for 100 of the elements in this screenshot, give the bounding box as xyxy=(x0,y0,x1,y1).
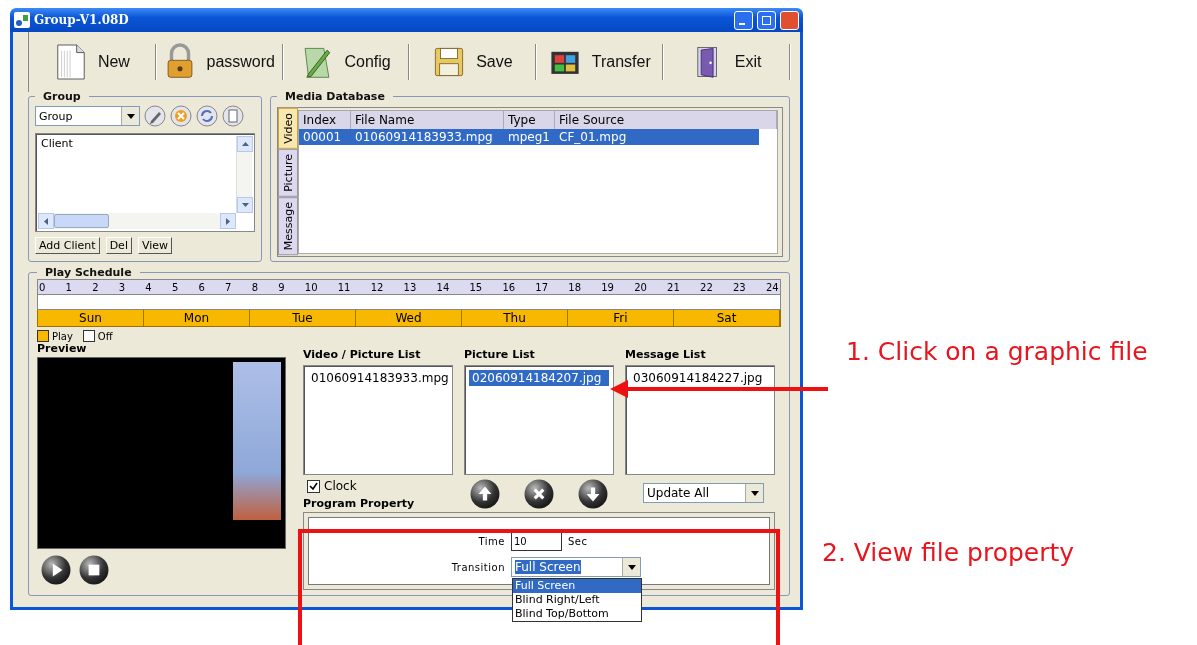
caret-icon xyxy=(750,490,759,496)
vertical-tab[interactable]: Video xyxy=(278,108,298,149)
list-item[interactable]: 02060914184207.jpg xyxy=(469,370,609,386)
list-item[interactable]: 01060914183933.mpg xyxy=(308,370,448,386)
pencil-icon[interactable] xyxy=(144,105,166,127)
annotation-text: 2. View file property xyxy=(822,538,1075,567)
hour-label: 21 xyxy=(667,281,680,293)
dropdown-option[interactable]: Blind Top/Bottom xyxy=(513,607,641,621)
hour-label: 7 xyxy=(225,281,232,293)
panel-title: Media Database xyxy=(284,90,386,103)
list-title: Picture List xyxy=(464,348,536,361)
clock-checkbox[interactable] xyxy=(307,479,320,493)
vertical-scrollbar[interactable] xyxy=(236,136,252,213)
hour-label: 16 xyxy=(502,281,516,293)
stop-button[interactable] xyxy=(79,555,109,585)
hour-label: 4 xyxy=(145,281,152,293)
table-cell-text: mpeg1 xyxy=(507,129,551,145)
hour-label: 3 xyxy=(118,281,126,293)
delete-button[interactable] xyxy=(524,479,554,509)
hour-label: 12 xyxy=(370,281,384,293)
play-button[interactable] xyxy=(41,555,71,585)
file-list[interactable]: 02060914184207.jpg xyxy=(464,365,614,475)
update-dropdown[interactable]: Update All xyxy=(643,483,764,503)
page-icon[interactable] xyxy=(222,105,244,127)
list-title: Video / Picture List xyxy=(303,348,422,361)
push-button[interactable]: Del xyxy=(105,237,132,254)
toolbar-button[interactable]: Save xyxy=(409,44,537,80)
caret-icon xyxy=(627,564,636,570)
hour-label: 5 xyxy=(171,281,179,293)
day-cell[interactable]: Thu xyxy=(462,310,568,326)
checkbox-label: Clock xyxy=(324,479,357,493)
legend-label: Play xyxy=(52,330,73,342)
app-icon xyxy=(14,12,30,28)
list-item[interactable]: Client xyxy=(38,136,236,151)
hour-label: 11 xyxy=(337,281,351,293)
refresh-icon[interactable] xyxy=(196,105,218,127)
toolbar-button[interactable]: Exit xyxy=(663,44,790,80)
hour-label: 1 xyxy=(65,281,72,293)
day-cell[interactable]: Sat xyxy=(674,310,780,326)
hour-label: 18 xyxy=(568,281,581,293)
scroll-down-icon[interactable] xyxy=(241,203,249,207)
preview-label: Preview xyxy=(37,342,88,355)
window-title: Group-V1.08D xyxy=(34,13,130,27)
file-list[interactable]: 01060914183933.mpg xyxy=(303,365,453,475)
vertical-tab[interactable]: Picture xyxy=(278,148,298,197)
down-arrow-button[interactable] xyxy=(578,479,608,509)
field-label: Time xyxy=(478,536,505,547)
scroll-right-icon[interactable] xyxy=(226,217,230,225)
hour-label: 17 xyxy=(535,281,549,293)
panel-title: Group xyxy=(42,90,82,103)
vertical-tab[interactable]: Message xyxy=(278,196,298,255)
field-label: Transition xyxy=(451,561,505,573)
hour-label: 15 xyxy=(469,281,483,293)
table-cell-text: CF_01.mpg xyxy=(558,129,628,145)
group-dropdown[interactable]: Group xyxy=(35,106,140,126)
column-header[interactable]: File Name xyxy=(351,111,504,129)
toolbar-button[interactable]: password xyxy=(155,44,283,80)
annotation-text: 1. Click on a graphic file xyxy=(846,337,1148,366)
up-arrow-button[interactable] xyxy=(470,479,500,509)
hour-label: 13 xyxy=(403,281,417,293)
dropdown-option[interactable]: Full Screen xyxy=(513,579,641,593)
toolbar-button[interactable]: Config xyxy=(282,44,410,80)
push-button[interactable]: Add Client xyxy=(35,237,100,254)
dropdown-option[interactable]: Blind Right/Left xyxy=(513,593,641,607)
minimize-button[interactable] xyxy=(734,10,753,30)
scroll-up-icon[interactable] xyxy=(241,142,249,146)
hour-label: 23 xyxy=(732,281,746,293)
legend-label: Off xyxy=(97,330,113,342)
close-icon[interactable] xyxy=(170,105,192,127)
day-cell[interactable]: Sun xyxy=(38,310,144,326)
hour-label: 8 xyxy=(251,281,258,293)
close-button[interactable] xyxy=(780,10,799,30)
hour-label: 0 xyxy=(39,281,46,293)
maximize-button[interactable] xyxy=(757,10,776,30)
day-cell[interactable]: Wed xyxy=(356,310,462,326)
list-title: Message List xyxy=(625,348,707,361)
push-button[interactable]: View xyxy=(137,237,173,254)
table-cell-text: 00001 xyxy=(302,129,343,145)
timeline-bar[interactable] xyxy=(37,295,781,310)
column-header[interactable]: Type xyxy=(504,111,555,129)
client-list[interactable]: Client xyxy=(35,133,255,232)
scroll-left-icon[interactable] xyxy=(44,217,48,225)
panel-title: Program Property xyxy=(303,497,416,510)
hour-label: 24 xyxy=(765,281,779,293)
day-cell[interactable]: Mon xyxy=(144,310,250,326)
day-cell[interactable]: Fri xyxy=(568,310,674,326)
hour-label: 22 xyxy=(700,281,713,293)
hour-label: 14 xyxy=(436,281,450,293)
column-header[interactable]: Index xyxy=(299,111,351,129)
toolbar-button[interactable]: Transfer xyxy=(536,44,664,80)
caret-icon xyxy=(126,113,135,119)
table-cell-text: 01060914183933.mpg xyxy=(354,129,494,145)
unit-label: Sec xyxy=(568,536,588,547)
column-header[interactable]: File Source xyxy=(555,111,777,129)
horizontal-scrollbar[interactable] xyxy=(38,213,236,229)
file-list[interactable]: 03060914184227.jpg xyxy=(625,365,775,475)
table-row[interactable]: 00001 01060914183933.mpg mpeg1 CF_01.mpg xyxy=(299,129,759,145)
day-cell[interactable]: Tue xyxy=(250,310,356,326)
list-item[interactable]: 03060914184227.jpg xyxy=(630,370,770,386)
toolbar-button[interactable]: New xyxy=(29,44,156,80)
